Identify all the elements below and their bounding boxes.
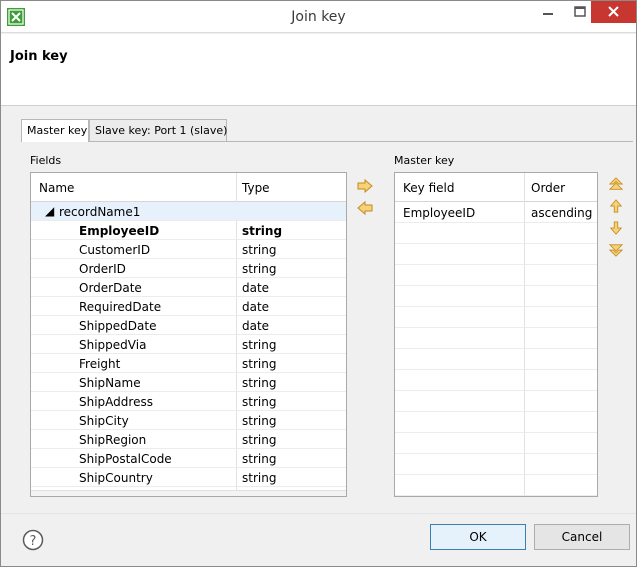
title-bar[interactable]: Join key	[1, 1, 636, 33]
field-name: ShipAddress	[79, 395, 153, 409]
footer-divider	[1, 513, 636, 514]
table-row[interactable]	[395, 223, 597, 244]
field-type: string	[242, 243, 277, 257]
table-row[interactable]: ShipCity string	[31, 411, 346, 430]
field-name: ShipName	[79, 376, 141, 390]
table-row[interactable]	[395, 244, 597, 265]
order-cell[interactable]: ascending	[531, 206, 592, 220]
field-name: ShippedVia	[79, 338, 147, 352]
column-header-type[interactable]: Type	[242, 181, 270, 195]
move-down-icon[interactable]	[608, 221, 624, 235]
field-name: Freight	[79, 357, 121, 371]
table-row[interactable]: RequiredDate date	[31, 297, 346, 316]
field-type: string	[242, 357, 277, 371]
minimize-icon[interactable]	[533, 1, 563, 23]
table-row[interactable]: ShipPostalCode string	[31, 449, 346, 468]
move-up-icon[interactable]	[608, 199, 624, 213]
horizontal-scrollbar[interactable]	[31, 490, 346, 496]
close-icon[interactable]	[591, 1, 636, 23]
table-row[interactable]	[395, 475, 597, 496]
field-name: OrderID	[79, 262, 126, 276]
field-name: ShipCountry	[79, 471, 153, 485]
field-name: ShipPostalCode	[79, 452, 172, 466]
field-name: OrderDate	[79, 281, 142, 295]
table-row[interactable]: ShippedVia string	[31, 335, 346, 354]
table-row[interactable]: ShippedDate date	[31, 316, 346, 335]
key-field-cell: EmployeeID	[403, 206, 476, 220]
master-key-table[interactable]: Key field Order EmployeeID ascending	[394, 172, 598, 497]
master-key-label: Master key	[394, 154, 455, 167]
field-type: string	[242, 414, 277, 428]
svg-text:?: ?	[30, 534, 37, 549]
table-row[interactable]	[395, 349, 597, 370]
ok-button[interactable]: OK	[430, 524, 526, 550]
field-type: date	[242, 319, 270, 333]
field-name: ShippedDate	[79, 319, 157, 333]
group-name: recordName1	[59, 205, 141, 219]
table-row[interactable]	[395, 265, 597, 286]
field-type: string	[242, 395, 277, 409]
table-row[interactable]: EmployeeID ascending	[395, 202, 597, 223]
join-key-dialog: Join key Join key Master key Slave key: …	[0, 0, 637, 567]
table-row[interactable]	[395, 328, 597, 349]
master-key-table-header: Key field Order	[395, 173, 597, 202]
table-row[interactable]: OrderDate date	[31, 278, 346, 297]
field-type: date	[242, 300, 270, 314]
tab-master-key[interactable]: Master key	[21, 119, 89, 142]
table-row[interactable]: Freight string	[31, 354, 346, 373]
move-top-icon[interactable]	[608, 177, 624, 191]
arrow-left-icon[interactable]	[357, 201, 373, 215]
column-header-key-field[interactable]: Key field	[403, 181, 454, 195]
field-type: string	[242, 433, 277, 447]
table-row[interactable]	[395, 412, 597, 433]
dialog-header: Join key	[1, 34, 636, 106]
table-row[interactable]: OrderID string	[31, 259, 346, 278]
cancel-button[interactable]: Cancel	[534, 524, 630, 550]
tree-group-row[interactable]: ◢ recordName1	[31, 202, 346, 221]
fields-table-header: Name Type	[31, 173, 346, 202]
field-type: string	[242, 262, 277, 276]
table-row[interactable]	[395, 307, 597, 328]
fields-table[interactable]: Name Type ◢ recordName1 EmployeeID string…	[30, 172, 347, 497]
table-row[interactable]	[395, 433, 597, 454]
column-header-order[interactable]: Order	[531, 181, 565, 195]
help-icon[interactable]: ?	[22, 529, 44, 551]
table-row[interactable]: ShipRegion string	[31, 430, 346, 449]
column-header-name[interactable]: Name	[39, 181, 74, 195]
field-type: string	[242, 224, 283, 238]
field-type: string	[242, 452, 277, 466]
table-row[interactable]	[395, 391, 597, 412]
field-type: string	[242, 338, 277, 352]
move-bottom-icon[interactable]	[608, 243, 624, 257]
dialog-heading: Join key	[10, 49, 68, 64]
field-name: CustomerID	[79, 243, 151, 257]
table-row[interactable]: CustomerID string	[31, 240, 346, 259]
field-type: date	[242, 281, 270, 295]
field-name: ShipCity	[79, 414, 129, 428]
fields-label: Fields	[30, 154, 62, 167]
field-name: ShipRegion	[79, 433, 147, 447]
table-row[interactable]	[395, 454, 597, 475]
field-type: string	[242, 471, 277, 485]
table-row[interactable]: ShipAddress string	[31, 392, 346, 411]
table-row[interactable]	[395, 370, 597, 391]
tab-slave-key[interactable]: Slave key: Port 1 (slave)	[89, 119, 227, 141]
table-row[interactable]: EmployeeID string	[31, 221, 346, 240]
table-row[interactable]: ShipName string	[31, 373, 346, 392]
table-row[interactable]	[395, 286, 597, 307]
field-name: RequiredDate	[79, 300, 162, 314]
field-name: EmployeeID	[79, 224, 160, 238]
table-row[interactable]: ShipCountry string	[31, 468, 346, 487]
expand-triangle-icon[interactable]: ◢	[45, 204, 54, 218]
arrow-right-icon[interactable]	[357, 179, 373, 193]
field-type: string	[242, 376, 277, 390]
